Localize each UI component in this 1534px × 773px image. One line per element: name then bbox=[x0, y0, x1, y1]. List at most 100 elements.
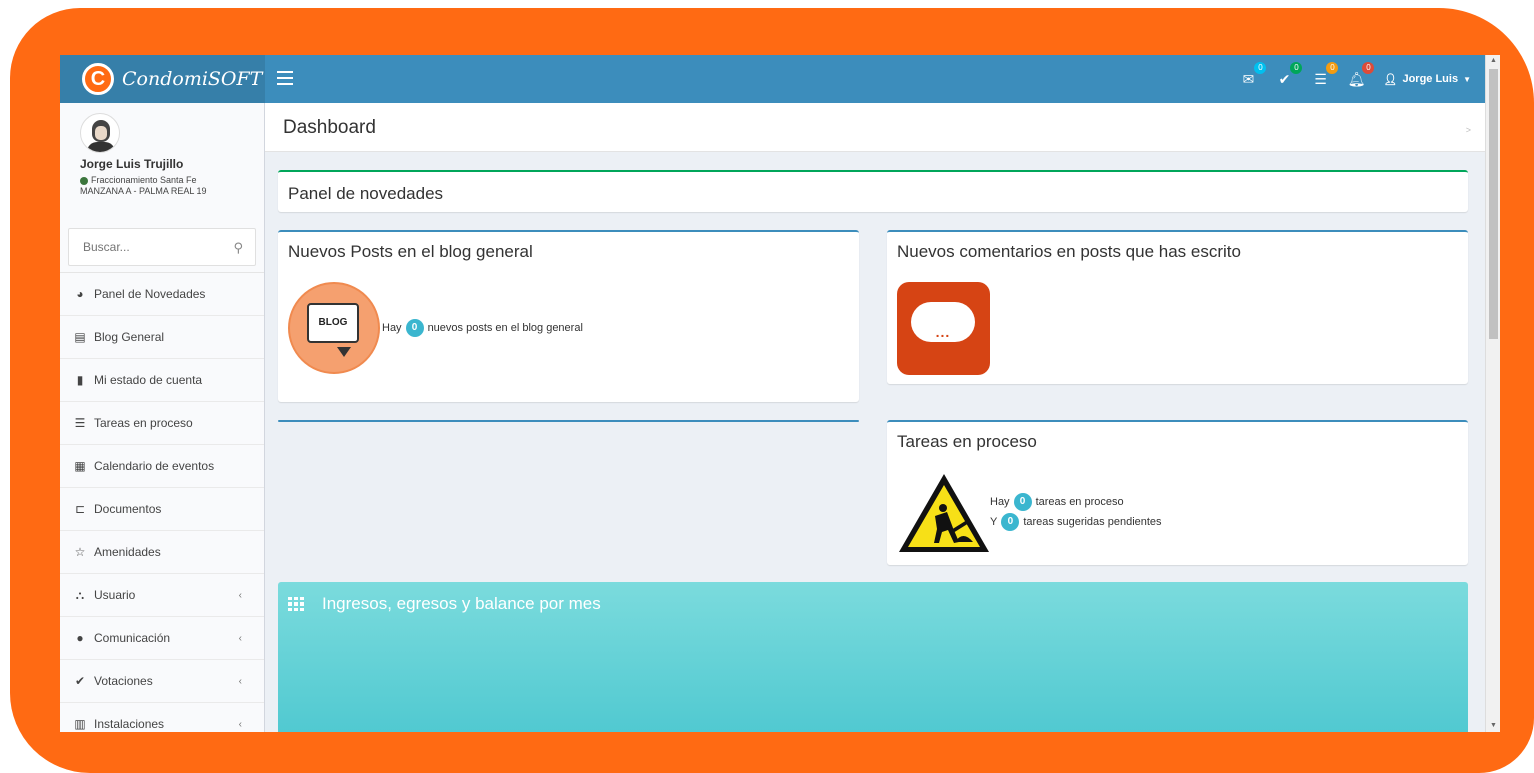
tasks-box: Tareas en proceso Hay 0 tareas en proceso … bbox=[887, 420, 1468, 565]
dashboard-icon: ◕ bbox=[76, 287, 84, 301]
checks-badge: 0 bbox=[1290, 61, 1303, 74]
construction-warning-icon bbox=[899, 474, 989, 552]
tasks-stat-line-2: Y 0 tareas sugeridas pendientes bbox=[990, 513, 1166, 531]
blog-icon-text: BLOG bbox=[307, 303, 359, 343]
sidebar-item-label: Mi estado de cuenta bbox=[94, 373, 203, 387]
comments-icon: ● bbox=[76, 631, 84, 645]
app-screen: C CondomiSOFT ✉ 0 ✔ 0 ☰ 0 🔔︎ 0 👤︎ Jorge … bbox=[60, 55, 1500, 732]
tasks-stat-line-1: Hay 0 tareas en proceso bbox=[990, 493, 1128, 511]
tasks-icon: ☰ bbox=[74, 416, 86, 430]
chevron-left-icon: ‹ bbox=[238, 589, 242, 601]
chevron-left-icon: ‹ bbox=[238, 632, 242, 644]
scroll-up-arrow-icon[interactable]: ▲ bbox=[1486, 55, 1500, 67]
search-box: ⚲ bbox=[68, 228, 256, 266]
user-location-line2: MANZANA A - PALMA REAL 19 bbox=[80, 186, 207, 196]
chart-box-title: Ingresos, egresos y balance por mes bbox=[322, 594, 601, 613]
sidebar-item-comunicacion[interactable]: ● Comunicación ‹ bbox=[60, 617, 264, 660]
sidebar-item-tareas[interactable]: ☰ Tareas en proceso bbox=[60, 402, 264, 445]
tasks-box-title: Tareas en proceso bbox=[897, 432, 1037, 451]
page-scrollbar[interactable]: ▲ ▼ bbox=[1485, 55, 1500, 732]
user-panel: Jorge Luis Trujillo Fraccionamiento Sant… bbox=[60, 103, 264, 228]
check-icon: ✔ bbox=[74, 674, 86, 688]
alerts-badge: 0 bbox=[1362, 61, 1375, 74]
page-title: Dashboard bbox=[283, 117, 376, 138]
user-location-line1: Fraccionamiento Santa Fe bbox=[91, 175, 197, 185]
sidebar-item-votaciones[interactable]: ✔ Votaciones ‹ bbox=[60, 660, 264, 703]
sidebar-item-calendario[interactable]: ▦ Calendario de eventos bbox=[60, 445, 264, 488]
page-frame: C CondomiSOFT ✉ 0 ✔ 0 ☰ 0 🔔︎ 0 👤︎ Jorge … bbox=[0, 0, 1534, 773]
online-dot-icon bbox=[80, 176, 88, 185]
check-icon[interactable]: ✔ 0 bbox=[1275, 61, 1303, 88]
sidebar-item-estado-cuenta[interactable]: ▮ Mi estado de cuenta bbox=[60, 359, 264, 402]
comment-icon-dots: ... bbox=[935, 324, 951, 340]
star-icon: ☆ bbox=[74, 545, 86, 559]
sidebar-item-blog-general[interactable]: ▤ Blog General bbox=[60, 316, 264, 359]
tasks-line1-prefix: Hay bbox=[990, 495, 1010, 508]
sidebar-user-name: Jorge Luis Trujillo bbox=[80, 157, 184, 171]
sidebar-item-label: Calendario de eventos bbox=[94, 459, 215, 473]
sitemap-icon: ⛬ bbox=[75, 587, 85, 602]
folder-open-icon: ⊏ bbox=[74, 502, 86, 516]
comments-box: Nuevos comentarios en posts que has escr… bbox=[887, 230, 1468, 384]
sidebar-item-label: Amenidades bbox=[94, 545, 161, 559]
logo-icon: C bbox=[82, 63, 114, 95]
tasks-line1-suffix: tareas en proceso bbox=[1035, 495, 1124, 508]
sidebar-item-label: Documentos bbox=[94, 502, 162, 516]
calendar-icon: ▦ bbox=[74, 459, 86, 473]
tasks-line2-suffix: tareas sugeridas pendientes bbox=[1023, 515, 1162, 528]
avatar bbox=[80, 113, 120, 153]
panel-novedades-box: Panel de novedades bbox=[278, 170, 1468, 212]
user-menu-label: Jorge Luis bbox=[1402, 73, 1459, 85]
caret-down-icon: ▼ bbox=[1463, 74, 1471, 84]
tasks-line2-prefix: Y bbox=[990, 515, 998, 528]
hamburger-icon[interactable] bbox=[277, 71, 293, 85]
envelope-icon[interactable]: ✉ 0 bbox=[1239, 61, 1267, 88]
messages-badge: 0 bbox=[1254, 61, 1267, 74]
user-status: Fraccionamiento Santa Fe MANZANA A - PAL… bbox=[80, 175, 264, 197]
file-icon: ▮ bbox=[76, 373, 84, 387]
sidebar-item-amenidades[interactable]: ☆ Amenidades bbox=[60, 531, 264, 574]
navbar-right: ✉ 0 ✔ 0 ☰ 0 🔔︎ 0 👤︎ Jorge Luis ▼ bbox=[1239, 55, 1471, 103]
blog-icon[interactable]: BLOG bbox=[288, 282, 380, 374]
sidebar-item-documentos[interactable]: ⊏ Documentos bbox=[60, 488, 264, 531]
user-menu[interactable]: 👤︎ Jorge Luis ▼ bbox=[1383, 73, 1471, 86]
comment-icon[interactable]: ... bbox=[897, 282, 990, 375]
sidebar-menu: ◕ Panel de Novedades ▤ Blog General ▮ Mi es… bbox=[60, 272, 264, 732]
blog-stat-suffix: nuevos posts en el blog general bbox=[427, 321, 583, 334]
user-icon: 👤︎ bbox=[1383, 73, 1398, 86]
panel-novedades-title: Panel de novedades bbox=[288, 184, 444, 203]
sidebar-item-label: Blog General bbox=[94, 330, 165, 344]
sidebar-item-label: Instalaciones bbox=[94, 717, 165, 731]
content-header: Dashboard > bbox=[265, 103, 1485, 152]
search-input[interactable] bbox=[69, 229, 255, 265]
top-navbar: ✉ 0 ✔ 0 ☰ 0 🔔︎ 0 👤︎ Jorge Luis ▼ bbox=[265, 55, 1485, 103]
scroll-down-arrow-icon[interactable]: ▼ bbox=[1486, 720, 1500, 732]
sidebar-item-usuario[interactable]: ⛬ Usuario ‹ bbox=[60, 574, 264, 617]
breadcrumb[interactable]: > bbox=[1466, 125, 1471, 135]
tasks-icon[interactable]: ☰ 0 bbox=[1311, 61, 1339, 88]
blog-count-badge: 0 bbox=[405, 319, 424, 337]
sidebar-item-label: Tareas en proceso bbox=[94, 416, 193, 430]
chevron-left-icon: ‹ bbox=[238, 718, 242, 730]
blog-stat-prefix: Hay bbox=[382, 321, 402, 334]
tasks-count-badge: 0 bbox=[1013, 493, 1032, 511]
search-icon[interactable]: ⚲ bbox=[233, 240, 243, 256]
file-text-icon: ▤ bbox=[74, 330, 86, 344]
sidebar-item-instalaciones[interactable]: ▥ Instalaciones ‹ bbox=[60, 703, 264, 732]
blog-box-title: Nuevos Posts en el blog general bbox=[288, 242, 533, 261]
sidebar-item-label: Votaciones bbox=[94, 674, 153, 688]
sidebar-item-label: Usuario bbox=[94, 588, 136, 602]
sidebar-item-label: Comunicación bbox=[94, 631, 171, 645]
chevron-left-icon: ‹ bbox=[238, 675, 242, 687]
sidebar-item-label: Panel de Novedades bbox=[94, 287, 206, 301]
blog-box: Nuevos Posts en el blog general BLOG Hay… bbox=[278, 230, 859, 402]
logo[interactable]: C CondomiSOFT bbox=[60, 55, 265, 103]
scroll-thumb[interactable] bbox=[1489, 69, 1498, 339]
chart-box-header: Ingresos, egresos y balance por mes bbox=[288, 594, 601, 614]
blog-stat-line: Hay 0 nuevos posts en el blog general bbox=[382, 319, 587, 337]
app-name: CondomiSOFT bbox=[122, 68, 263, 90]
bell-icon[interactable]: 🔔︎ 0 bbox=[1347, 61, 1375, 88]
sidebar-item-panel-novedades[interactable]: ◕ Panel de Novedades bbox=[60, 273, 264, 316]
comments-box-title: Nuevos comentarios en posts que has escr… bbox=[897, 242, 1241, 261]
sidebar: Jorge Luis Trujillo Fraccionamiento Sant… bbox=[60, 103, 265, 732]
